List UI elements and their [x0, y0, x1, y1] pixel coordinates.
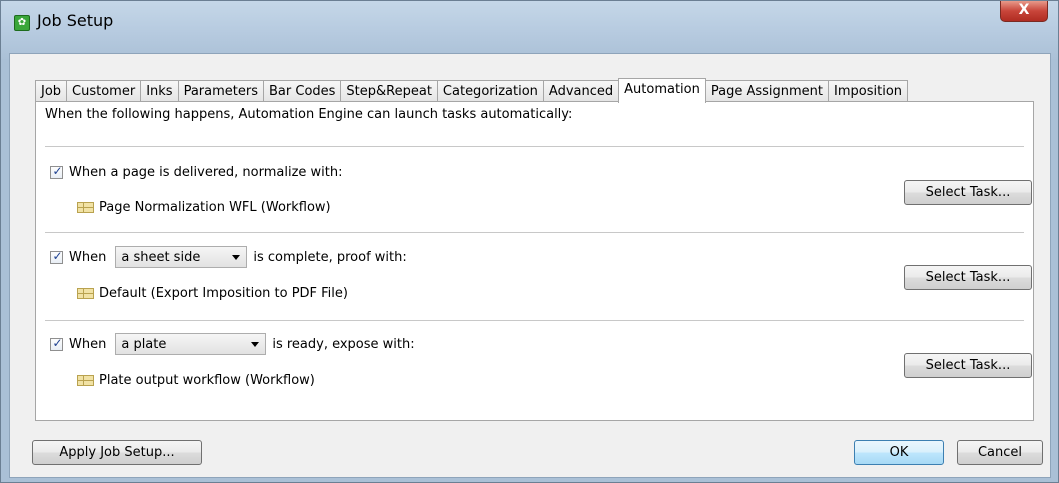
- rule-3-select-task-button[interactable]: Select Task...: [904, 353, 1032, 378]
- rule-3-label-pre: When: [69, 336, 107, 352]
- rule-2-task: Default (Export Imposition to PDF File): [77, 286, 348, 301]
- rule-1-select-task-button[interactable]: Select Task...: [904, 180, 1032, 205]
- tab-advanced[interactable]: Advanced: [542, 80, 620, 102]
- tab-automation[interactable]: Automation: [618, 78, 706, 103]
- tab-bar-codes[interactable]: Bar Codes: [263, 80, 342, 102]
- tab-job[interactable]: Job: [35, 80, 68, 102]
- rule-3-checkbox[interactable]: ✓: [50, 335, 63, 351]
- rule-3-label-post: is ready, expose with:: [272, 336, 415, 352]
- rule-3-select-value: a plate: [121, 336, 167, 352]
- check-icon: ✓: [52, 164, 63, 178]
- job-setup-window: ✿ Job Setup X Job Customer Inks Paramete…: [0, 0, 1059, 483]
- check-icon: ✓: [52, 248, 63, 263]
- dialog-body: Job Customer Inks Parameters Bar Codes S…: [9, 53, 1051, 478]
- automation-panel: When the following happens, Automation E…: [35, 101, 1034, 421]
- divider: [45, 146, 1024, 147]
- rule-2-task-name: Default (Export Imposition to PDF File): [99, 286, 348, 301]
- tab-inks[interactable]: Inks: [140, 80, 179, 102]
- rule-1-checkbox[interactable]: ✓: [50, 164, 63, 179]
- apply-job-setup-button[interactable]: Apply Job Setup...: [32, 440, 202, 465]
- tab-page-assignment[interactable]: Page Assignment: [704, 80, 830, 102]
- rule-3-event-select[interactable]: a plate: [115, 333, 267, 355]
- tab-bar: Job Customer Inks Parameters Bar Codes S…: [35, 78, 909, 103]
- tab-parameters[interactable]: Parameters: [177, 80, 264, 102]
- intro-text: When the following happens, Automation E…: [45, 107, 573, 122]
- chevron-down-icon: [251, 341, 260, 347]
- check-icon: ✓: [52, 335, 63, 350]
- workflow-icon: [77, 375, 94, 386]
- rule-2-select-value: a sheet side: [121, 249, 201, 265]
- rule-2-label-pre: When: [69, 249, 107, 265]
- divider: [45, 232, 1024, 233]
- rule-2-label-post: is complete, proof with:: [253, 249, 407, 265]
- rule-2-event-select[interactable]: a sheet side: [115, 246, 248, 268]
- workflow-icon: [77, 288, 94, 299]
- rule-1-task: Page Normalization WFL (Workflow): [77, 200, 331, 215]
- rule-3-task-name: Plate output workflow (Workflow): [99, 373, 315, 388]
- cancel-button[interactable]: Cancel: [957, 440, 1043, 465]
- divider: [45, 320, 1024, 321]
- rule-page-delivered: ✓ When a page is delivered, normalize wi…: [50, 164, 343, 180]
- tab-categorization[interactable]: Categorization: [436, 80, 544, 102]
- tab-customer[interactable]: Customer: [66, 80, 142, 102]
- tab-step-repeat[interactable]: Step&Repeat: [340, 80, 438, 102]
- ok-button[interactable]: OK: [854, 440, 944, 465]
- close-button[interactable]: X: [1000, 1, 1048, 22]
- chevron-down-icon: [232, 254, 241, 260]
- rule-3-task: Plate output workflow (Workflow): [77, 373, 315, 388]
- rule-2-checkbox[interactable]: ✓: [50, 248, 63, 264]
- rule-1-task-name: Page Normalization WFL (Workflow): [99, 200, 331, 215]
- rule-1-label: When a page is delivered, normalize with…: [69, 165, 343, 180]
- app-gear-icon: ✿: [14, 15, 30, 31]
- tab-imposition[interactable]: Imposition: [828, 80, 909, 102]
- title-bar[interactable]: ✿ Job Setup X: [1, 1, 1058, 53]
- rule-plate-ready: ✓ When a plate is ready, expose with:: [50, 329, 415, 359]
- window-title: Job Setup: [37, 11, 114, 30]
- workflow-icon: [77, 202, 94, 213]
- rule-sheet-side: ✓ When a sheet side is complete, proof w…: [50, 242, 407, 272]
- rule-2-select-task-button[interactable]: Select Task...: [904, 265, 1032, 290]
